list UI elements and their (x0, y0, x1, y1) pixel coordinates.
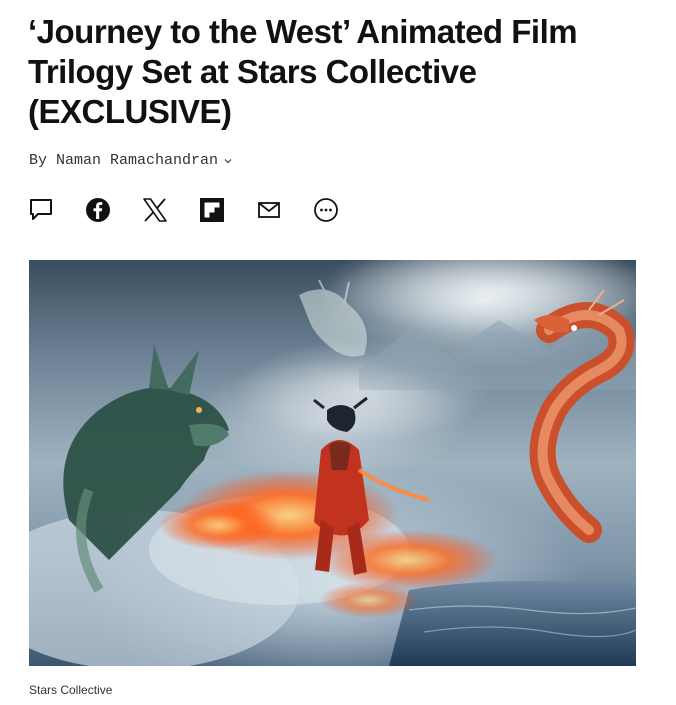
red-dragon (529, 289, 635, 543)
comment-button[interactable] (27, 196, 54, 223)
byline[interactable]: By Naman Ramachandran (29, 152, 232, 169)
more-icon (313, 197, 338, 222)
article-headline: ‘Journey to the West’ Animated Film Tril… (28, 13, 578, 130)
email-icon (257, 201, 280, 218)
facebook-icon (85, 197, 110, 222)
email-share-button[interactable] (255, 196, 282, 223)
chevron-down-icon (224, 158, 232, 163)
hero-image (29, 260, 636, 666)
share-toolbar (27, 196, 339, 223)
x-icon (142, 197, 167, 222)
byline-author[interactable]: By Naman Ramachandran (29, 152, 218, 169)
more-share-options-button[interactable] (312, 196, 339, 223)
image-caption: Stars Collective (29, 683, 113, 697)
flipboard-icon (199, 197, 224, 222)
hero-artwork (29, 260, 636, 666)
x-share-button[interactable] (141, 196, 168, 223)
flipboard-share-button[interactable] (198, 196, 225, 223)
comment-icon (29, 198, 52, 220)
facebook-share-button[interactable] (84, 196, 111, 223)
